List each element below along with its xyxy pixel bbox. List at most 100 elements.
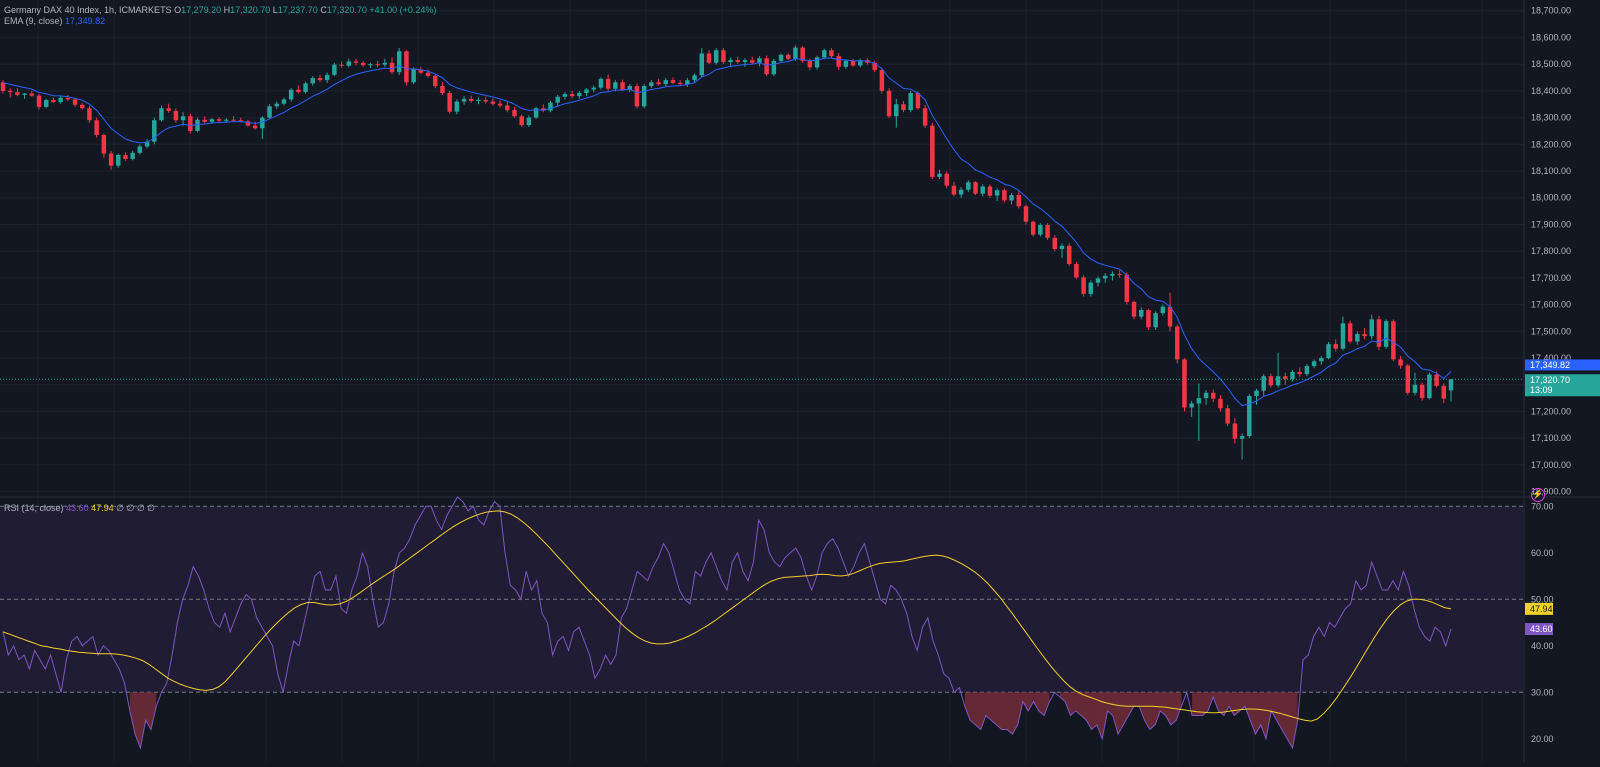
candle xyxy=(1203,390,1209,405)
candle xyxy=(166,103,171,113)
candle xyxy=(721,48,726,65)
chart-svg[interactable]: 18,700.00 18,600.00 18,500.00 18,400.00 18,3… xyxy=(0,0,1600,762)
candle-body xyxy=(843,60,849,67)
candle-body xyxy=(1117,273,1122,275)
ema-line xyxy=(2,57,1452,407)
candle xyxy=(1326,342,1331,360)
candle xyxy=(541,104,546,113)
candle-body xyxy=(512,110,517,117)
candle-body xyxy=(1189,403,1194,408)
candle-body xyxy=(1030,221,1036,235)
candle-body xyxy=(699,53,705,76)
candle xyxy=(389,57,395,75)
candle xyxy=(310,76,316,86)
lightning-icon[interactable]: ⚡ xyxy=(1531,488,1545,502)
candle-body xyxy=(1340,323,1346,349)
candle xyxy=(447,90,452,114)
candle-body xyxy=(994,190,1000,196)
candle xyxy=(80,102,85,110)
candle-body xyxy=(252,125,258,129)
candle xyxy=(1088,280,1094,297)
candle-body xyxy=(1247,395,1252,437)
price-tick-label: 17,100.00 xyxy=(1531,433,1571,443)
candle xyxy=(1340,316,1346,351)
candle xyxy=(829,48,834,58)
candle xyxy=(7,88,13,98)
candle xyxy=(1066,243,1072,266)
candle xyxy=(1146,308,1151,330)
candle-body xyxy=(1211,392,1216,399)
candle-body xyxy=(411,69,416,83)
candle-body xyxy=(324,74,330,81)
candle-body xyxy=(749,60,755,63)
candle xyxy=(1030,220,1036,237)
candle xyxy=(641,84,647,109)
candle xyxy=(346,58,352,68)
candle xyxy=(1081,275,1086,297)
candle xyxy=(1218,394,1223,412)
rsi-oversold-fill xyxy=(129,692,157,749)
candle xyxy=(742,58,748,67)
candle-body xyxy=(36,95,42,107)
candle-body xyxy=(1002,190,1007,201)
candle-body xyxy=(901,104,906,111)
candle-body xyxy=(1355,334,1360,342)
candle-body xyxy=(433,75,438,87)
candle-body xyxy=(879,70,885,91)
candle-body xyxy=(72,99,78,105)
candle-body xyxy=(1275,376,1281,386)
candle xyxy=(1333,339,1338,352)
chart-root[interactable]: 18,700.00 18,600.00 18,500.00 18,400.00 18,3… xyxy=(0,0,1600,762)
candle-body xyxy=(1448,379,1454,391)
candle-body xyxy=(281,99,287,104)
candle xyxy=(901,101,906,113)
candle xyxy=(0,80,6,94)
candle-body xyxy=(1362,334,1367,337)
candle xyxy=(1247,394,1252,439)
candle xyxy=(440,82,445,95)
candle xyxy=(951,181,957,197)
candle xyxy=(1009,192,1014,205)
ema-legend-value: 17,349.82 xyxy=(65,16,106,26)
candle-body xyxy=(360,62,366,66)
rsi-tick-label: 30.00 xyxy=(1531,687,1554,697)
candle-body xyxy=(195,119,200,131)
candle-body xyxy=(137,146,143,153)
candle xyxy=(15,88,20,97)
candle-body xyxy=(353,61,359,63)
candle xyxy=(1211,389,1216,403)
candle xyxy=(778,53,784,63)
candle xyxy=(634,83,640,109)
candle xyxy=(987,184,993,198)
candle xyxy=(605,74,611,91)
candle xyxy=(735,56,741,65)
candle-body xyxy=(1290,371,1295,379)
candle xyxy=(598,77,604,90)
price-tick-label: 17,500.00 xyxy=(1531,326,1571,336)
candle-body xyxy=(1347,323,1353,342)
candle xyxy=(1074,261,1079,280)
candle xyxy=(1102,273,1108,283)
candle xyxy=(1261,374,1266,397)
candle-body xyxy=(440,86,445,93)
candle xyxy=(296,85,301,94)
candle-body xyxy=(1427,374,1432,399)
candle xyxy=(858,58,863,68)
candle xyxy=(144,138,150,149)
candle xyxy=(1052,235,1058,252)
ema-legend[interactable]: EMA (9, close) 17,349.82 xyxy=(4,16,105,27)
rsi-legend[interactable]: RSI (14, close) 43.60 47.94 ∅ ∅ ∅ ∅ xyxy=(4,503,155,514)
candle xyxy=(418,66,424,75)
candle-body xyxy=(987,186,993,196)
candle xyxy=(1117,270,1122,278)
rsi-tick-label: 50.00 xyxy=(1531,594,1554,604)
candle xyxy=(620,79,625,91)
candle-body xyxy=(188,116,193,131)
candle xyxy=(1182,358,1187,412)
candle-body xyxy=(721,50,726,62)
ema-price-badge-text: 17,349.82 xyxy=(1530,360,1570,370)
candle xyxy=(800,45,805,63)
candle-body xyxy=(267,106,272,118)
candle-body xyxy=(966,182,971,190)
candle-body xyxy=(670,80,676,83)
